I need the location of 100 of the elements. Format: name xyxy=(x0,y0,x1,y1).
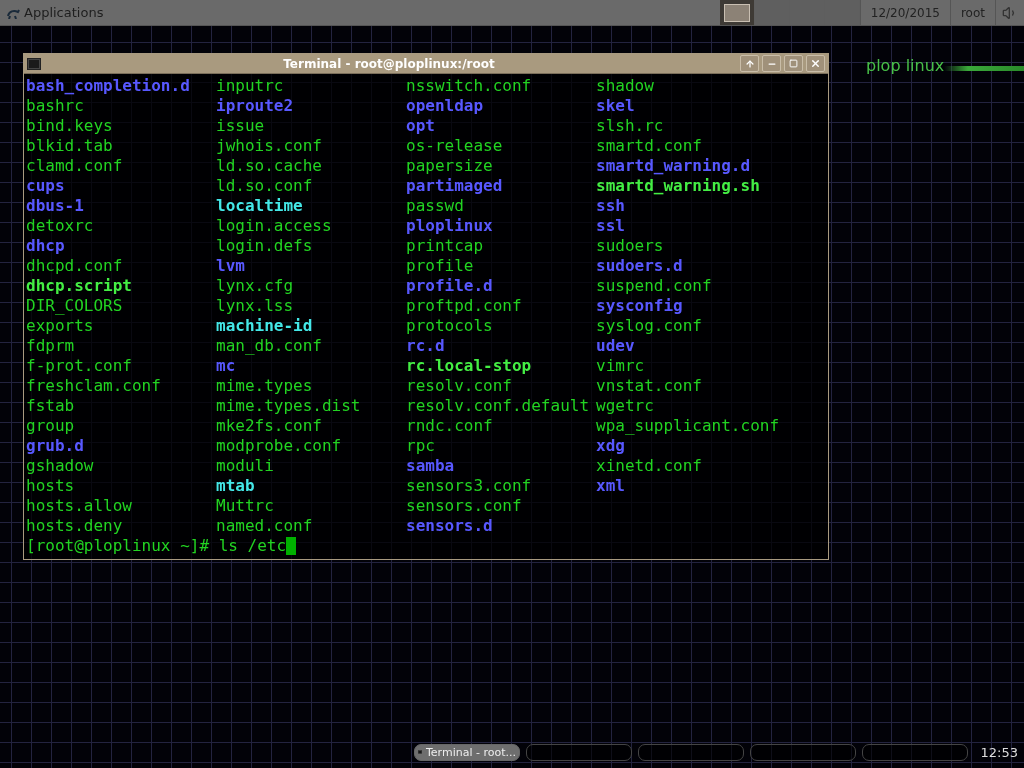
minimize-button[interactable] xyxy=(762,55,781,72)
file-entry: grub.d xyxy=(26,436,84,456)
file-entry: machine-id xyxy=(216,316,313,336)
file-entry: ld.so.cache xyxy=(216,156,322,176)
file-entry: mc xyxy=(216,356,236,376)
file-entry: lvm xyxy=(216,256,245,276)
panel-date: 12/20/2015 xyxy=(859,0,950,25)
file-entry: rpc xyxy=(406,436,435,456)
file-entry: cups xyxy=(26,176,65,196)
file-entry: rc.d xyxy=(406,336,445,356)
file-entry: localtime xyxy=(216,196,303,216)
file-entry: bashrc xyxy=(26,96,84,116)
maximize-button[interactable] xyxy=(784,55,803,72)
file-entry: group xyxy=(26,416,75,436)
file-entry: os-release xyxy=(406,136,503,156)
command-prompt: [root@ploplinux ~]# ls /etc xyxy=(26,536,287,556)
file-entry: freshclam.conf xyxy=(26,376,161,396)
file-entry: openldap xyxy=(406,96,484,116)
file-entry: hosts.allow xyxy=(26,496,132,516)
workspace-switcher[interactable] xyxy=(719,0,755,25)
file-entry: papersize xyxy=(406,156,493,176)
file-entry: resolv.conf xyxy=(406,376,512,396)
file-entry: exports xyxy=(26,316,94,336)
close-button[interactable] xyxy=(806,55,825,72)
file-entry: xinetd.conf xyxy=(596,456,702,476)
raise-button[interactable] xyxy=(740,55,759,72)
file-entry: bind.keys xyxy=(26,116,113,136)
file-entry: detoxrc xyxy=(26,216,94,236)
applications-menu[interactable]: Applications xyxy=(0,0,112,25)
file-entry: lynx.lss xyxy=(216,296,294,316)
file-entry: rc.local-stop xyxy=(406,356,532,376)
file-entry: dhcp.script xyxy=(26,276,132,296)
file-entry: suspend.conf xyxy=(596,276,712,296)
window-title: Terminal - root@ploplinux:/root xyxy=(282,56,496,71)
file-entry: profile xyxy=(406,256,474,276)
file-entry: hosts.deny xyxy=(26,516,123,536)
arrow-up-icon xyxy=(744,58,755,69)
file-entry: vnstat.conf xyxy=(596,376,702,396)
file-entry: ld.so.conf xyxy=(216,176,313,196)
clock: 12:53 xyxy=(980,744,1019,760)
file-entry: partimaged xyxy=(406,176,503,196)
file-entry: ssl xyxy=(596,216,625,236)
panel-user: root xyxy=(949,0,995,25)
file-entry: skel xyxy=(596,96,635,116)
file-entry: mime.types.dist xyxy=(216,396,361,416)
text-cursor xyxy=(286,537,297,555)
file-entry: sudoers.d xyxy=(596,256,683,276)
file-entry: slsh.rc xyxy=(596,116,664,136)
file-entry: xdg xyxy=(596,436,625,456)
file-entry: mtab xyxy=(216,476,255,496)
brand-name: plop linux xyxy=(866,56,945,75)
file-entry: ssh xyxy=(596,196,625,216)
close-icon xyxy=(810,58,821,69)
taskbar-task[interactable]: Terminal - root... xyxy=(414,743,520,761)
file-entry: clamd.conf xyxy=(26,156,123,176)
file-entry: wpa_supplicant.conf xyxy=(596,416,780,436)
file-entry: login.defs xyxy=(216,236,313,256)
workspace-switcher[interactable] xyxy=(824,0,860,25)
file-entry: syslog.conf xyxy=(596,316,702,336)
file-entry: ploplinux xyxy=(406,216,493,236)
file-entry: iproute2 xyxy=(216,96,294,116)
file-entry: bash_completion.d xyxy=(26,76,190,96)
file-entry: moduli xyxy=(216,456,274,476)
file-entry: udev xyxy=(596,336,635,356)
file-entry: jwhois.conf xyxy=(216,136,322,156)
file-entry: fdprm xyxy=(26,336,75,356)
file-entry: named.conf xyxy=(216,516,313,536)
file-entry: smartd_warning.d xyxy=(596,156,751,176)
file-entry: mke2fs.conf xyxy=(216,416,322,436)
file-entry: protocols xyxy=(406,316,493,336)
file-entry: fstab xyxy=(26,396,75,416)
file-entry: proftpd.conf xyxy=(406,296,522,316)
file-entry: wgetrc xyxy=(596,396,654,416)
terminal-icon xyxy=(27,57,41,70)
file-entry: xml xyxy=(596,476,625,496)
file-entry: dhcpd.conf xyxy=(26,256,123,276)
workspace-switcher[interactable] xyxy=(754,0,790,25)
file-entry: samba xyxy=(406,456,455,476)
file-entry: blkid.tab xyxy=(26,136,113,156)
file-entry: dbus-1 xyxy=(26,196,84,216)
file-entry: hosts xyxy=(26,476,75,496)
file-entry: resolv.conf.default xyxy=(406,396,590,416)
file-entry: profile.d xyxy=(406,276,493,296)
file-entry: f-prot.conf xyxy=(26,356,132,376)
file-entry: dhcp xyxy=(26,236,65,256)
file-entry: Muttrc xyxy=(216,496,274,516)
file-entry: man_db.conf xyxy=(216,336,322,356)
file-entry: smartd_warning.sh xyxy=(596,176,760,196)
file-entry: printcap xyxy=(406,236,484,256)
file-entry: smartd.conf xyxy=(596,136,702,156)
file-entry: passwd xyxy=(406,196,464,216)
file-entry: nsswitch.conf xyxy=(406,76,532,96)
file-entry: rndc.conf xyxy=(406,416,493,436)
file-entry: DIR_COLORS xyxy=(26,296,123,316)
file-entry: mime.types xyxy=(216,376,313,396)
file-entry: issue xyxy=(216,116,265,136)
file-entry: inputrc xyxy=(216,76,284,96)
window-thumbnail xyxy=(723,3,750,22)
maximize-icon xyxy=(789,59,798,68)
file-entry: sensors.conf xyxy=(406,496,522,516)
